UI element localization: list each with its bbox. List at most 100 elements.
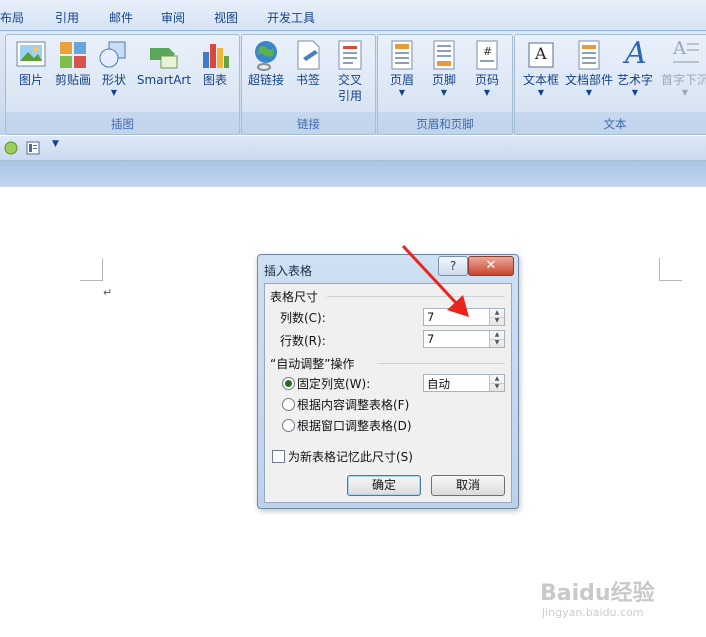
chart-icon — [198, 38, 232, 72]
cross-reference-button[interactable]: 交叉 引用 — [330, 38, 370, 104]
quick-parts-icon — [572, 38, 606, 72]
section-table-size: 表格尺寸 — [270, 290, 319, 304]
bookmark-button[interactable]: 书签 — [291, 38, 325, 88]
rows-stepper[interactable]: 7 ▲ ▼ — [423, 330, 505, 348]
quick-access-toolbar: ▼ — [0, 136, 706, 161]
page-number-glyph: # — [483, 45, 493, 58]
fixed-width-label[interactable]: 固定列宽(W): — [297, 375, 370, 392]
header-label: 页眉 — [389, 73, 414, 87]
header-button[interactable]: 页眉 ▼ — [384, 38, 420, 98]
chart-button[interactable]: 图表 — [196, 38, 234, 88]
cross-reference-icon — [333, 38, 367, 72]
rows-spin-arrows[interactable]: ▲ ▼ — [489, 331, 504, 347]
quick-parts-label: 文档部件 — [565, 73, 614, 87]
document-top-bar — [0, 161, 706, 187]
page-corner-left — [80, 258, 103, 281]
columns-label: 列数(C): — [280, 311, 326, 325]
group-header-footer: 页眉 ▼ 页脚 ▼ # 页码 ▼ 页眉和页脚 — [377, 34, 513, 135]
autofit-window-label[interactable]: 根据窗口调整表格(D) — [297, 417, 412, 434]
footer-icon — [427, 38, 461, 72]
page-number-dropdown-icon: ▼ — [483, 88, 491, 97]
chart-label: 图表 — [202, 73, 227, 87]
remember-size-label[interactable]: 为新表格记忆此尺寸(S) — [288, 448, 413, 465]
cross-reference-label-line2: 引用 — [337, 89, 362, 103]
clipart-label: 剪贴画 — [54, 73, 91, 87]
remember-size-checkbox[interactable] — [272, 450, 285, 463]
drop-cap-button[interactable]: A 首字下沉 ▼ — [659, 38, 706, 98]
group-text: A 文本框 ▼ 文档部件 ▼ A 艺术字 ▼ A 首字下沉 ▼ 文本 — [514, 34, 706, 135]
wordart-label: 艺术字 — [616, 73, 653, 87]
smartart-icon — [147, 38, 181, 72]
autofit-content-label[interactable]: 根据内容调整表格(F) — [297, 396, 409, 413]
group-links: 超链接 书签 交叉 引用 链接 — [241, 34, 376, 135]
textbox-icon: A — [524, 38, 558, 72]
smartart-label: SmartArt — [136, 73, 192, 87]
autofit-window-radio[interactable] — [282, 419, 295, 432]
picture-button[interactable]: 图片 — [12, 38, 50, 88]
wordart-dropdown-icon: ▼ — [631, 88, 639, 97]
tab-layout[interactable]: 布局 — [0, 9, 24, 26]
ribbon-tab-bar: 布局 引用 邮件 审阅 视图 开发工具 — [0, 0, 706, 31]
shapes-dropdown-icon: ▼ — [110, 88, 118, 97]
rows-label: 行数(R): — [280, 334, 326, 348]
tab-developer[interactable]: 开发工具 — [267, 9, 315, 26]
quick-parts-button[interactable]: 文档部件 ▼ — [565, 38, 613, 98]
page-number-icon: # — [470, 38, 504, 72]
group-header-footer-label: 页眉和页脚 — [416, 117, 474, 131]
rows-value: 7 — [427, 332, 435, 346]
ribbon: 图片 剪贴画 形状 ▼ SmartArt 图表 插图 超链接 书签 交叉 引用 … — [0, 31, 706, 135]
hyperlink-button[interactable]: 超链接 — [246, 38, 286, 88]
drop-cap-icon: A — [668, 38, 702, 72]
watermark-url: jingyan.baidu.com — [542, 606, 644, 619]
wordart-glyph: A — [625, 36, 647, 71]
customize-toolbar-icon[interactable]: ▼ — [52, 139, 59, 149]
group-illustrations-label: 插图 — [111, 117, 134, 131]
tab-review[interactable]: 审阅 — [161, 9, 185, 26]
document-view-icon[interactable] — [26, 141, 40, 155]
bookmark-label: 书签 — [295, 73, 320, 87]
group-text-label: 文本 — [603, 117, 627, 131]
drop-cap-dropdown-icon: ▼ — [681, 88, 689, 97]
hyperlink-label: 超链接 — [247, 73, 284, 87]
fixed-width-stepper[interactable]: 自动 ▲ ▼ — [423, 374, 505, 392]
ok-button[interactable]: 确定 — [347, 475, 421, 496]
footer-label: 页脚 — [431, 73, 456, 87]
section-autofit: “自动调整”操作 — [270, 357, 355, 371]
tab-mailings[interactable]: 邮件 — [109, 9, 133, 26]
paragraph-mark: ↵ — [103, 286, 113, 299]
wordart-icon: A — [618, 36, 652, 72]
clipart-icon — [56, 38, 90, 72]
clipart-button[interactable]: 剪贴画 — [52, 38, 94, 88]
bookmark-icon — [291, 38, 325, 72]
drop-cap-glyph: A — [673, 38, 686, 59]
textbox-glyph: A — [535, 44, 547, 63]
smartart-button[interactable]: SmartArt — [136, 38, 192, 88]
spin-down-icon[interactable]: ▼ — [490, 339, 504, 347]
fixed-width-spin-arrows[interactable]: ▲ ▼ — [489, 375, 504, 391]
textbox-button[interactable]: A 文本框 ▼ — [519, 38, 563, 98]
textbox-label: 文本框 — [522, 73, 559, 87]
group-illustrations: 图片 剪贴画 形状 ▼ SmartArt 图表 插图 — [5, 34, 240, 135]
hyperlink-icon — [249, 38, 283, 72]
green-circle-icon[interactable] — [4, 141, 18, 155]
dialog-title: 插入表格 — [264, 264, 313, 278]
autofit-content-radio[interactable] — [282, 398, 295, 411]
footer-button[interactable]: 页脚 ▼ — [426, 38, 462, 98]
shapes-label: 形状 — [101, 73, 126, 87]
group-links-label: 链接 — [297, 117, 320, 131]
page-corner-right — [659, 258, 682, 281]
shapes-button[interactable]: 形状 ▼ — [97, 38, 131, 98]
watermark-logo: Baidu经验 — [540, 581, 655, 606]
cancel-button[interactable]: 取消 — [431, 475, 505, 496]
annotation-arrow-icon — [401, 244, 469, 317]
textbox-dropdown-icon: ▼ — [537, 88, 545, 97]
header-dropdown-icon: ▼ — [398, 88, 406, 97]
spin-down-icon[interactable]: ▼ — [490, 383, 504, 391]
wordart-button[interactable]: A 艺术字 ▼ — [615, 36, 655, 98]
tab-references[interactable]: 引用 — [55, 9, 79, 26]
page-number-button[interactable]: # 页码 ▼ — [468, 38, 506, 98]
tab-view[interactable]: 视图 — [214, 9, 238, 26]
picture-label: 图片 — [18, 73, 43, 87]
fixed-width-radio[interactable] — [282, 377, 295, 390]
page-number-label: 页码 — [474, 73, 499, 87]
